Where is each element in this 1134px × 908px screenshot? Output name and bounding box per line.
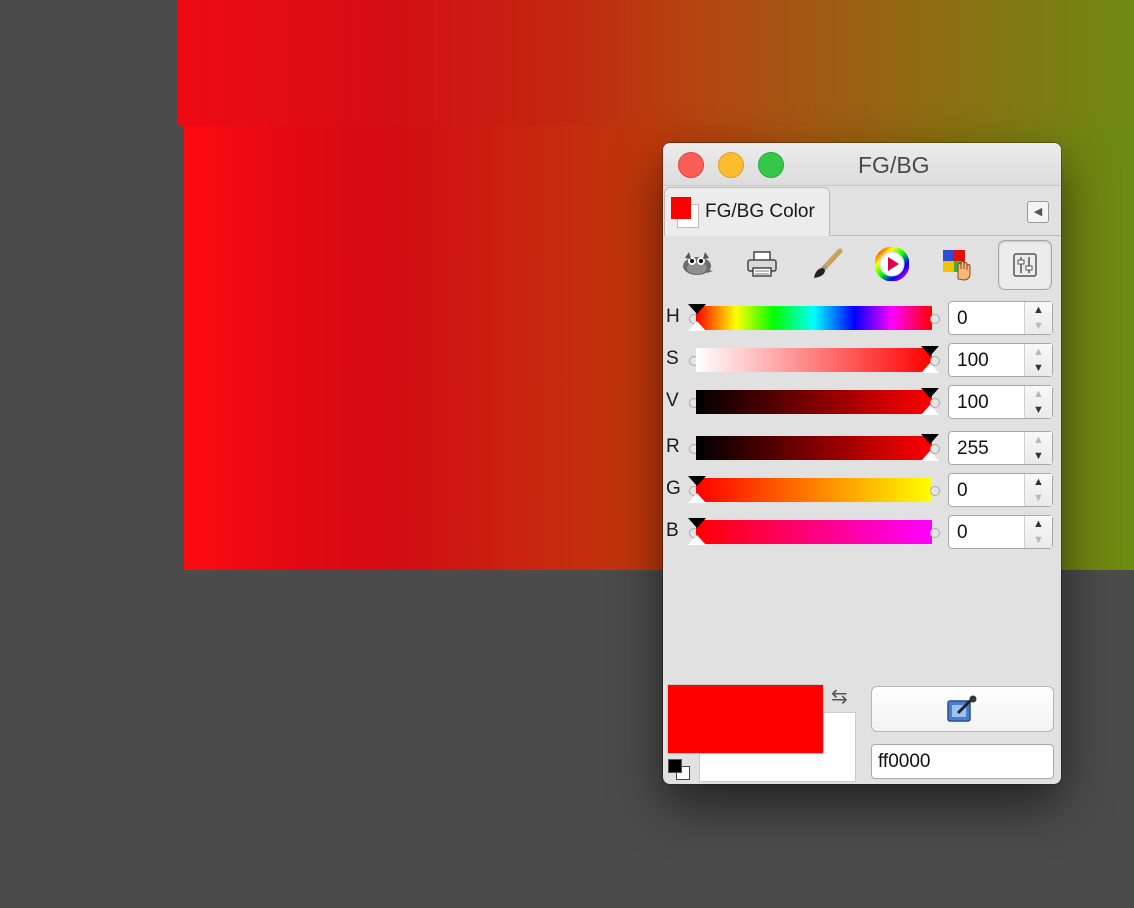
- slider-b-marker-top: [688, 518, 706, 528]
- spin-up-arrow-icon[interactable]: ▲: [1025, 432, 1052, 448]
- tab-menu-icon[interactable]: ◀: [1027, 201, 1049, 223]
- spin-s-value: 100: [957, 350, 989, 371]
- titlebar[interactable]: FG/BG: [663, 143, 1061, 186]
- slider-end-dot: [930, 486, 940, 496]
- spin-up-arrow-icon[interactable]: ▲: [1025, 516, 1052, 532]
- slider-h-marker-top: [688, 304, 706, 314]
- gimp-wilber-icon: [683, 252, 713, 275]
- spin-h[interactable]: 0 ▲ ▼: [948, 301, 1053, 335]
- spin-down-arrow-icon[interactable]: ▼: [1025, 402, 1052, 418]
- selector-scales-button[interactable]: [998, 240, 1052, 290]
- slider-h-marker-bottom: [688, 321, 706, 331]
- selector-wheel-button[interactable]: [866, 240, 918, 288]
- slider-r[interactable]: [696, 436, 932, 460]
- slider-label-r: R: [666, 436, 680, 457]
- spin-b[interactable]: 0 ▲ ▼: [948, 515, 1053, 549]
- slider-label-b: B: [666, 520, 679, 541]
- hex-value: ff0000: [878, 751, 931, 772]
- spin-down-arrow-icon[interactable]: ▼: [1025, 360, 1052, 376]
- spin-down-arrow-icon[interactable]: ▼: [1025, 490, 1052, 506]
- tab-divider: [829, 235, 1061, 236]
- close-button[interactable]: [678, 152, 704, 178]
- maximize-button[interactable]: [758, 152, 784, 178]
- slider-s-marker-top: [921, 346, 939, 356]
- swap-colors-icon[interactable]: ⇆: [831, 684, 848, 709]
- selector-cmyk-button[interactable]: [736, 240, 788, 288]
- slider-end-dot: [930, 398, 940, 408]
- tab-label: FG/BG Color: [705, 201, 815, 222]
- hex-input[interactable]: ff0000: [871, 744, 1054, 779]
- spin-up-arrow-icon[interactable]: ▲: [1025, 344, 1052, 360]
- slider-label-s: S: [666, 348, 679, 369]
- slider-g[interactable]: [696, 478, 932, 502]
- slider-end-dot: [930, 528, 940, 538]
- slider-g-marker-top: [688, 476, 706, 486]
- foreground-color-swatch[interactable]: [667, 684, 824, 754]
- spin-h-value: 0: [957, 308, 968, 329]
- scales-sliders-icon: [1013, 253, 1037, 277]
- slider-end-dot: [930, 314, 940, 324]
- default-colors-icon[interactable]: [668, 759, 682, 773]
- spin-g[interactable]: 0 ▲ ▼: [948, 473, 1053, 507]
- slider-label-h: H: [666, 306, 680, 327]
- window-title: FG/BG: [858, 152, 930, 178]
- spin-g-value: 0: [957, 480, 968, 501]
- slider-s[interactable]: [696, 348, 932, 372]
- slider-h[interactable]: [696, 306, 932, 330]
- slider-label-v: V: [666, 390, 679, 411]
- selector-watercolor-button[interactable]: [801, 240, 853, 288]
- selector-gimp-button[interactable]: [671, 240, 723, 288]
- spin-s[interactable]: 100 ▲ ▼: [948, 343, 1053, 377]
- spin-b-value: 0: [957, 522, 968, 543]
- spin-up-arrow-icon[interactable]: ▲: [1025, 386, 1052, 402]
- spin-up-arrow-icon[interactable]: ▲: [1025, 302, 1052, 318]
- slider-v-marker-top: [921, 388, 939, 398]
- spin-down-arrow-icon[interactable]: ▼: [1025, 448, 1052, 464]
- slider-b[interactable]: [696, 520, 932, 544]
- minimize-button[interactable]: [718, 152, 744, 178]
- spin-v[interactable]: 100 ▲ ▼: [948, 385, 1053, 419]
- color-wheel-icon: [875, 247, 909, 281]
- spin-down-arrow-icon[interactable]: ▼: [1025, 532, 1052, 548]
- color-picker-button[interactable]: [871, 686, 1054, 732]
- spin-up-arrow-icon[interactable]: ▲: [1025, 474, 1052, 490]
- palette-hand-icon: [943, 250, 971, 281]
- slider-r-marker-top: [921, 434, 939, 444]
- eyedropper-icon: [946, 695, 976, 722]
- slider-label-g: G: [666, 478, 681, 499]
- slider-end-dot: [930, 356, 940, 366]
- spin-down-arrow-icon[interactable]: ▼: [1025, 318, 1052, 334]
- slider-b-marker-bottom: [688, 535, 706, 545]
- slider-v[interactable]: [696, 390, 932, 414]
- tab-fg-swatch: [671, 197, 691, 219]
- tab-fgbg-color[interactable]: FG/BG Color: [664, 187, 830, 236]
- printer-cmyk-icon: [747, 251, 777, 277]
- spin-r[interactable]: 255 ▲ ▼: [948, 431, 1053, 465]
- paintbrush-watercolor-icon: [814, 248, 843, 278]
- spin-v-value: 100: [957, 392, 989, 413]
- slider-g-marker-bottom: [688, 493, 706, 503]
- spin-r-value: 255: [957, 438, 989, 459]
- fgbg-dialog: FG/BG FG/BG Color ◀ H 0 ▲ ▼ S 100 ▲ ▼ V …: [663, 143, 1061, 784]
- slider-end-dot: [930, 444, 940, 454]
- image-canvas-top: [178, 0, 1134, 126]
- selector-palette-button[interactable]: [931, 240, 983, 288]
